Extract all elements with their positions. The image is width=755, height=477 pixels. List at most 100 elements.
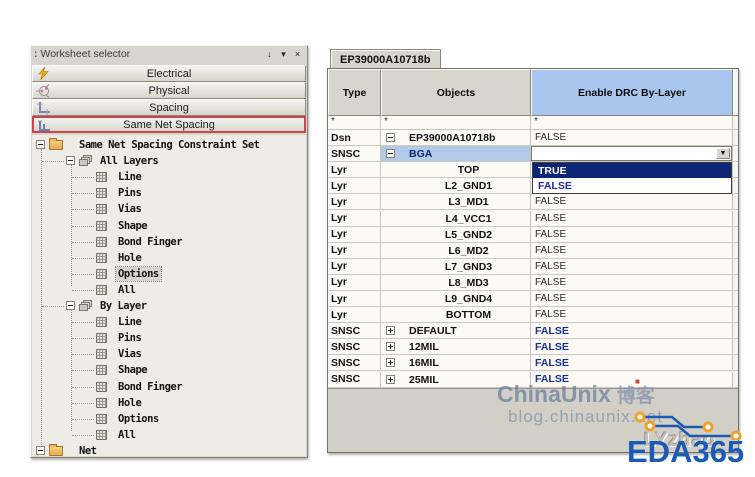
expand-toggle[interactable] (66, 156, 75, 166)
objects-cell[interactable]: TOP (381, 162, 531, 178)
tree-item-label: Vias (118, 203, 142, 216)
objects-cell[interactable]: EP39000A10718b (381, 130, 531, 146)
tree-item-options[interactable]: Options (32, 411, 306, 427)
expand-toggle[interactable] (36, 445, 45, 455)
value-cell[interactable]: FALSE (531, 307, 733, 323)
tree-item-all-layers[interactable]: All Layers (32, 153, 306, 169)
column-header-objects: Objects (381, 69, 531, 116)
expand-toggle[interactable] (386, 358, 395, 368)
enable-drc-dropdown-list[interactable]: TRUE FALSE (532, 162, 732, 195)
value-cell[interactable]: FALSE (531, 194, 733, 210)
expand-toggle[interactable] (386, 133, 395, 142)
tree-item-hole[interactable]: Hole (32, 250, 306, 266)
expand-toggle[interactable] (36, 140, 45, 149)
objects-cell[interactable]: 12MIL (381, 339, 531, 355)
objects-cell[interactable]: L9_GND4 (381, 291, 531, 307)
dropdown-option-false[interactable]: FALSE (533, 178, 731, 193)
worksheet-category-physical[interactable]: Physical (32, 82, 306, 99)
expand-toggle[interactable] (386, 374, 395, 384)
value-cell[interactable]: FALSE (531, 323, 733, 339)
objects-cell[interactable]: BOTTOM (381, 307, 531, 323)
enable-drc-combobox[interactable]: ▼ (531, 146, 732, 162)
value-cell[interactable]: FALSE (531, 226, 733, 242)
tree-item-options[interactable]: Options (32, 265, 306, 282)
worksheet-category-list: Electrical Physical Spacing Same Net Spacin… (32, 65, 306, 133)
objects-cell[interactable]: L8_MD3 (381, 274, 531, 290)
tree-item-vias[interactable]: Vias (32, 346, 306, 362)
tree-item-vias[interactable]: Vias (32, 201, 306, 217)
objects-cell[interactable]: L7_GND3 (381, 258, 531, 274)
tree-item-by-layer[interactable]: By Layer (32, 298, 306, 314)
tree-item-same-net-spacing-constraint-set[interactable]: Same Net Spacing Constraint Set (32, 137, 306, 153)
value-cell[interactable]: FALSE (531, 210, 733, 226)
object-name: 16MIL (409, 357, 439, 370)
value-cell[interactable]: FALSE (531, 274, 733, 290)
tree-item-label: Bond Finger (118, 380, 183, 393)
worksheet-category-spacing[interactable]: Spacing (32, 99, 306, 116)
dropdown-arrow-icon[interactable]: ▼ (716, 148, 730, 160)
expand-toggle[interactable] (386, 342, 395, 352)
value-cell[interactable]: FALSE (531, 291, 733, 307)
objects-cell[interactable]: L5_GND2 (381, 226, 531, 242)
filter-cell-objects[interactable]: * (381, 116, 531, 129)
row-gutter (733, 371, 738, 387)
table-row: Lyr L5_GND2 FALSE (328, 226, 738, 243)
tree-item-pins[interactable]: Pins (32, 330, 306, 346)
tree-item-shape[interactable]: Shape (32, 362, 306, 378)
row-gutter (733, 258, 738, 274)
tree-item-all[interactable]: All (32, 282, 306, 298)
pin-icon[interactable]: ↓ (263, 48, 276, 60)
table-header-row: Type Objects Enable DRC By-Layer (328, 69, 738, 116)
objects-cell[interactable]: L6_MD2 (381, 242, 531, 258)
tree-item-line[interactable]: Line (32, 169, 306, 185)
tree-item-pins[interactable]: Pins (32, 185, 306, 201)
value-cell[interactable]: FALSE (531, 130, 733, 146)
tree-item-bond-finger[interactable]: Bond Finger (32, 234, 306, 250)
tree-item-net[interactable]: Net (32, 443, 306, 456)
type-cell: Lyr (328, 178, 381, 194)
objects-cell[interactable]: L2_GND1 (381, 178, 531, 194)
worksheet-category-electrical[interactable]: Electrical (32, 65, 306, 82)
type-cell: Dsn (328, 130, 381, 146)
design-tab[interactable]: EP39000A10718b (330, 49, 441, 69)
object-name: DEFAULT (409, 325, 457, 338)
category-label: Spacing (149, 101, 189, 114)
value-cell[interactable]: FALSE (531, 258, 733, 274)
table-row: SNSC 12MIL FALSE (328, 339, 738, 356)
tree-item-shape[interactable]: Shape (32, 218, 306, 234)
layers-icon (79, 300, 93, 312)
object-name: BOTTOM (445, 309, 492, 322)
type-cell: SNSC (328, 371, 381, 387)
objects-cell[interactable]: BGA (381, 146, 531, 162)
expand-toggle[interactable] (386, 149, 395, 159)
row-gutter (733, 130, 738, 146)
table-row: SNSC BGA ▼ (328, 146, 738, 163)
value-text: FALSE (535, 196, 567, 208)
collapse-icon[interactable]: ▾ (277, 48, 290, 60)
worksheet-category-same-net-spacing[interactable]: Same Net Spacing (32, 116, 306, 133)
expand-toggle[interactable] (386, 326, 395, 336)
grid-icon (96, 172, 107, 183)
value-cell[interactable]: ▼ (531, 146, 733, 162)
value-cell[interactable]: FALSE (531, 355, 733, 371)
objects-cell[interactable]: L4_VCC1 (381, 210, 531, 226)
objects-cell[interactable]: L3_MD1 (381, 194, 531, 210)
row-gutter (733, 274, 738, 290)
expand-toggle[interactable] (66, 301, 75, 310)
close-icon[interactable]: × (291, 48, 304, 60)
tree-item-all[interactable]: All (32, 427, 306, 443)
grid-icon (96, 252, 107, 263)
value-cell[interactable]: FALSE (531, 339, 733, 355)
grid-icon (96, 317, 107, 328)
worksheet-selector-titlebar[interactable]: : Worksheet selector ↓ ▾ × (31, 46, 307, 62)
dropdown-option-true[interactable]: TRUE (533, 163, 731, 179)
objects-cell[interactable]: DEFAULT (381, 323, 531, 339)
tree-item-bond-finger[interactable]: Bond Finger (32, 379, 306, 395)
filter-cell-type[interactable]: * (328, 116, 381, 129)
tree-item-line[interactable]: Line (32, 314, 306, 330)
filter-row: * * * (328, 116, 738, 130)
value-cell[interactable]: FALSE (531, 242, 733, 258)
objects-cell[interactable]: 16MIL (381, 355, 531, 371)
tree-item-hole[interactable]: Hole (32, 395, 306, 411)
filter-cell-enable-drc[interactable]: * (531, 116, 733, 129)
